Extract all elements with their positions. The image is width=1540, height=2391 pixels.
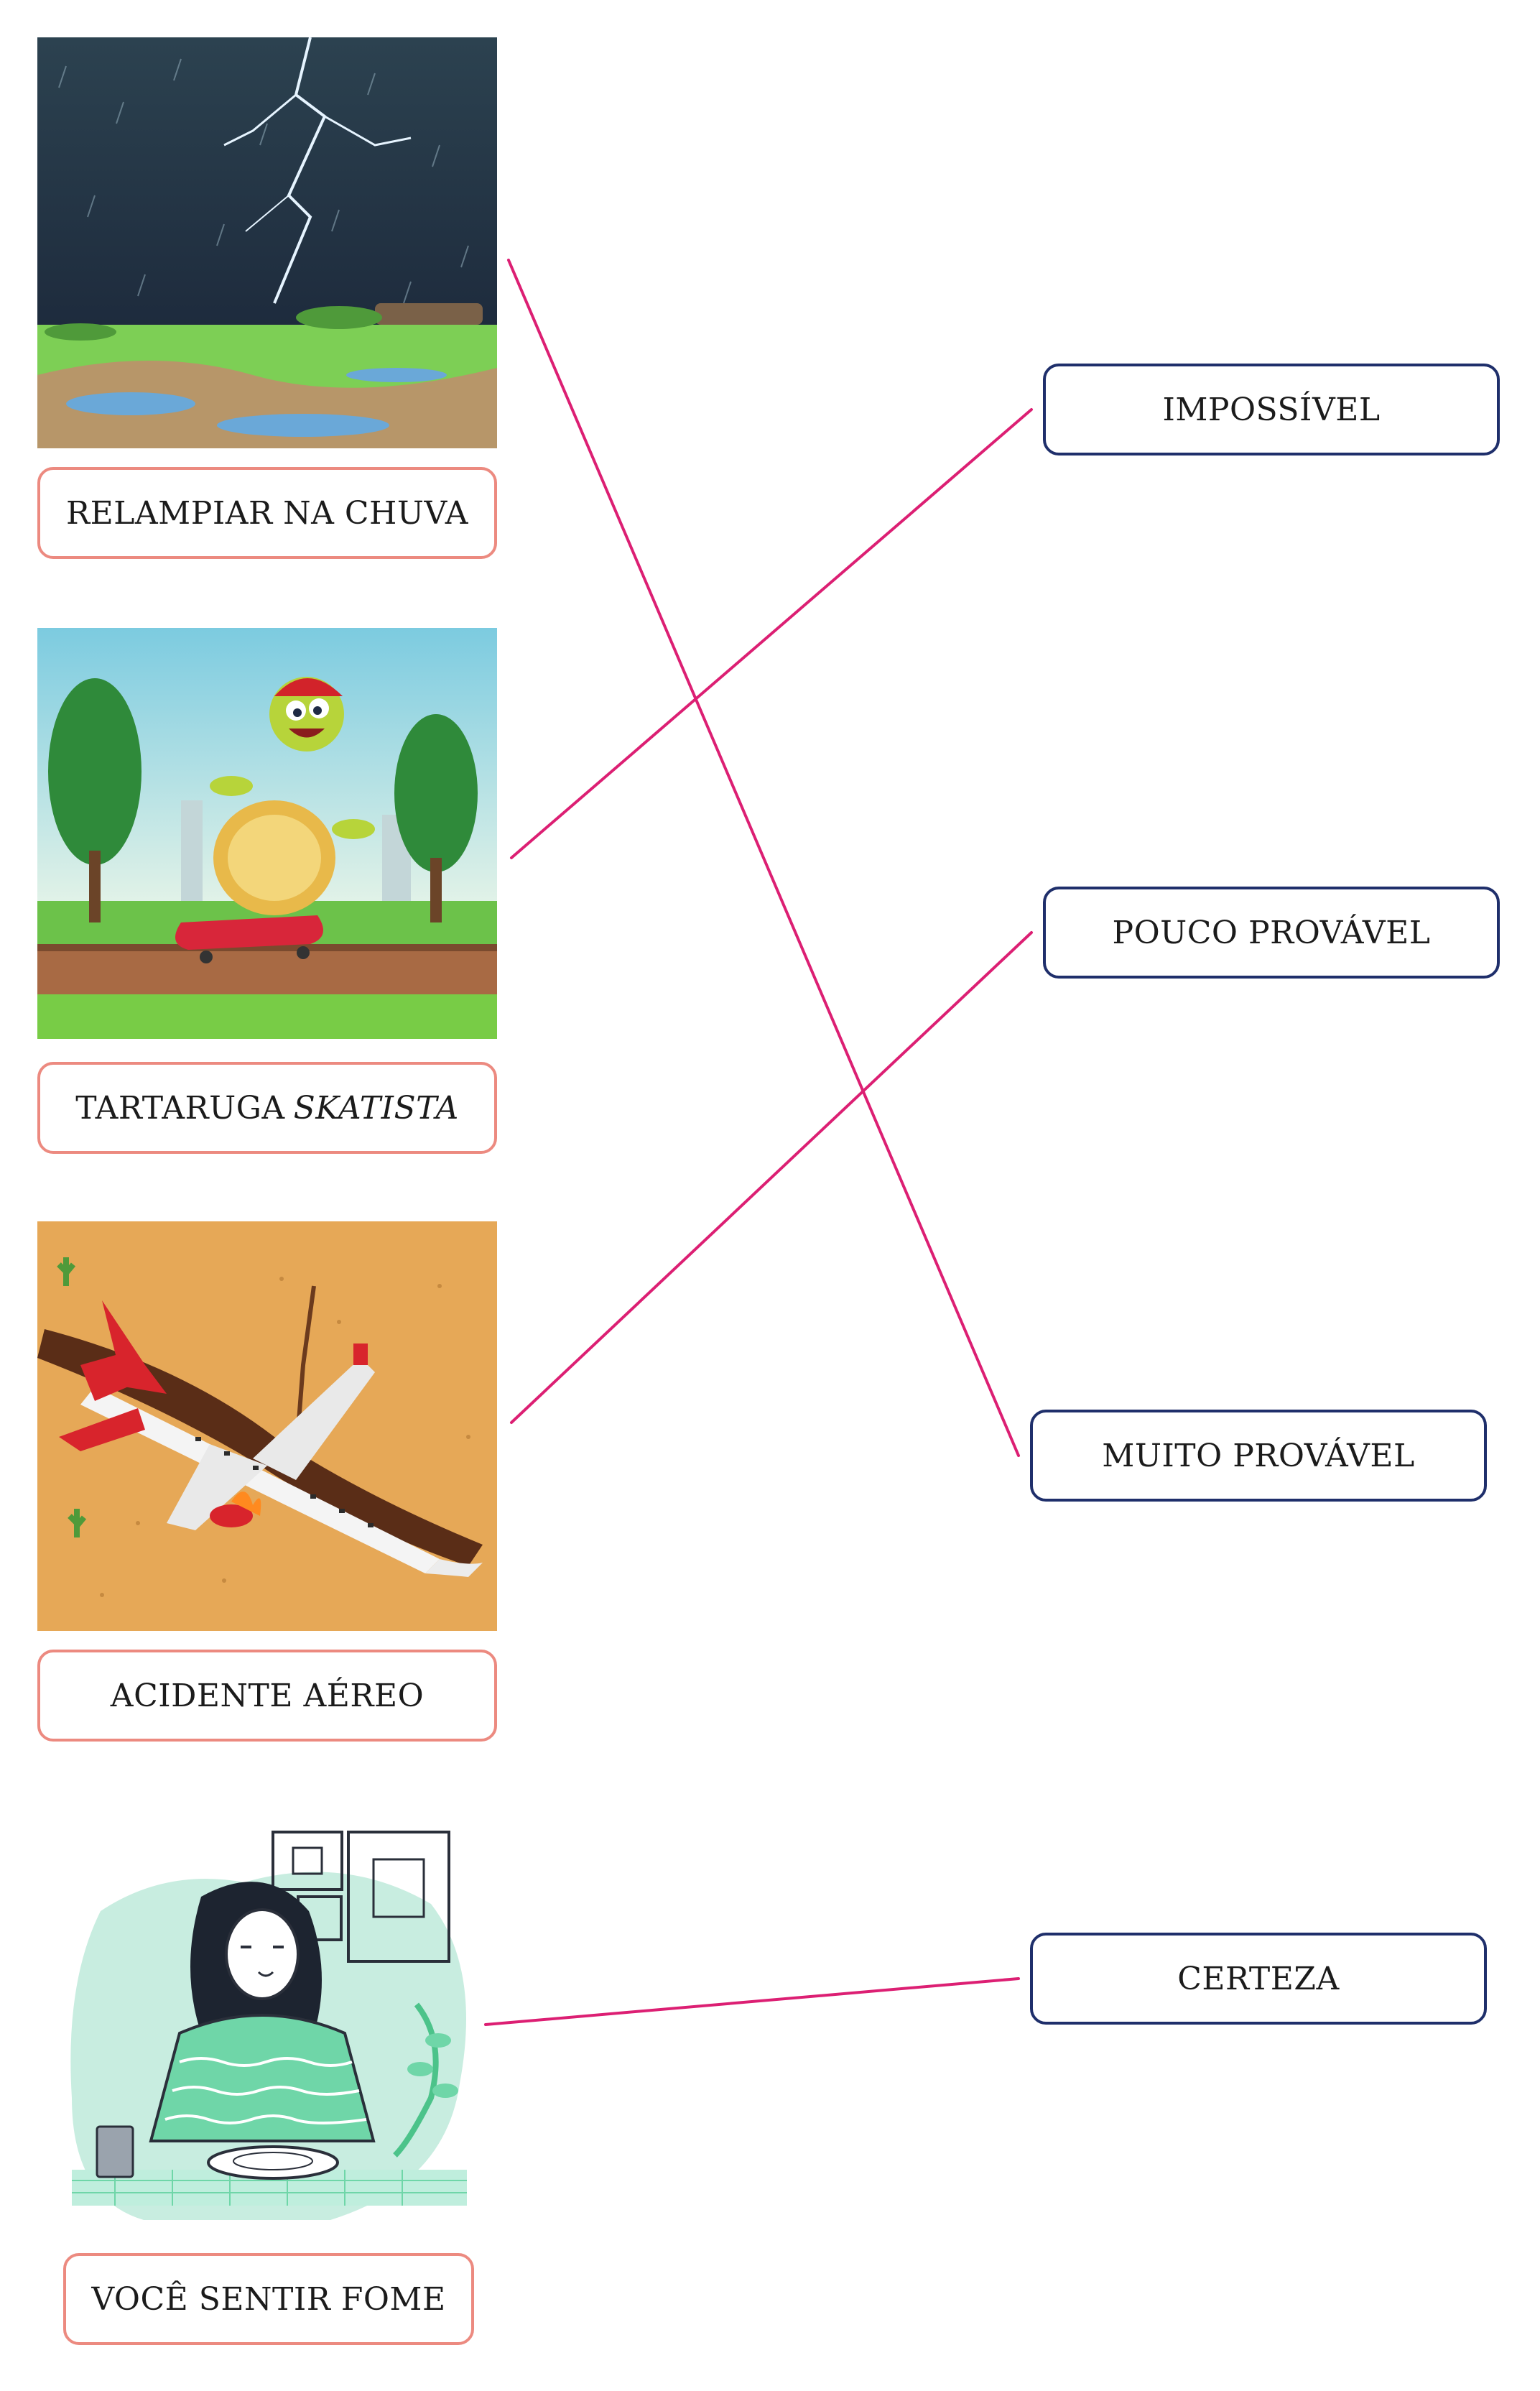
label-tartaruga-italic: SKATISTA — [293, 1089, 459, 1127]
label-relampiar-text: RELAMPIAR NA CHUVA — [65, 494, 469, 532]
label-acidente: ACIDENTE AÉREO — [37, 1650, 497, 1742]
option-muito-provavel-text: MUITO PROVÁVEL — [1102, 1437, 1415, 1474]
option-impossivel-text: IMPOSSÍVEL — [1162, 391, 1381, 428]
connector-relampiar-muito — [507, 259, 1020, 1457]
option-pouco-provavel[interactable]: POUCO PROVÁVEL — [1043, 887, 1500, 979]
connector-acidente-pouco — [510, 931, 1033, 1424]
label-relampiar: RELAMPIAR NA CHUVA — [37, 467, 497, 559]
connector-tartaruga-impossivel — [510, 408, 1033, 859]
option-muito-provavel[interactable]: MUITO PROVÁVEL — [1030, 1410, 1487, 1502]
woman-eating-image — [57, 1825, 481, 2227]
option-impossivel[interactable]: IMPOSSÍVEL — [1043, 364, 1500, 455]
skateboarding-turtle-image — [37, 628, 497, 1039]
option-certeza-text: CERTEZA — [1177, 1960, 1340, 1997]
label-tartaruga: TARTARUGA SKATISTA — [37, 1062, 497, 1154]
connector-fome-certeza — [484, 1977, 1020, 2026]
label-fome: VOCÊ SENTIR FOME — [63, 2253, 474, 2345]
option-pouco-provavel-text: POUCO PROVÁVEL — [1112, 914, 1431, 951]
label-fome-text: VOCÊ SENTIR FOME — [91, 2280, 446, 2318]
option-certeza[interactable]: CERTEZA — [1030, 1933, 1487, 2025]
label-tartaruga-text: TARTARUGA — [75, 1089, 285, 1127]
thunderstorm-image — [37, 37, 497, 448]
label-acidente-text: ACIDENTE AÉREO — [110, 1677, 425, 1714]
plane-crash-image — [37, 1221, 497, 1631]
